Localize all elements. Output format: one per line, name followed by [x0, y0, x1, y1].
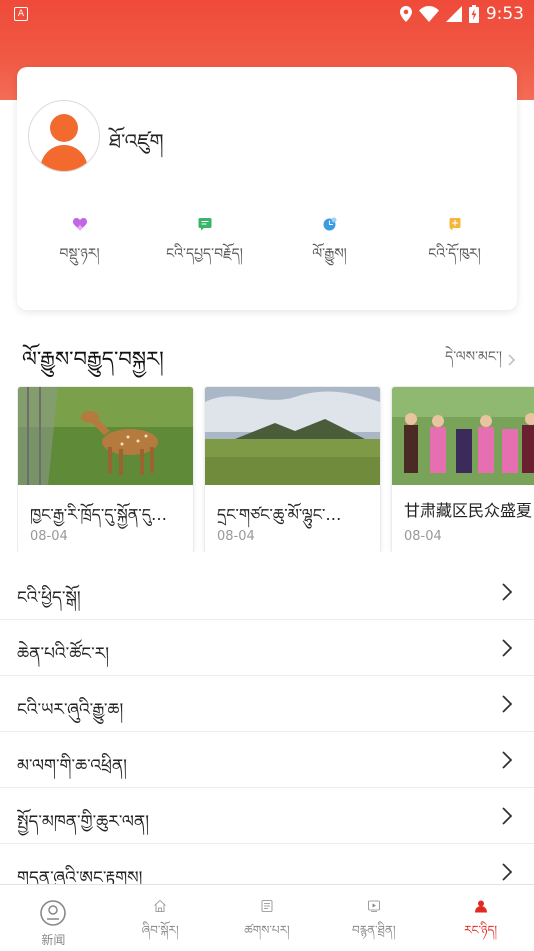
wifi-icon [418, 6, 439, 22]
card-title: 甘肃藏区民众盛夏 [404, 501, 533, 520]
avatar[interactable] [28, 100, 100, 172]
status-bar: A 9:53 [0, 0, 534, 28]
tab-articles[interactable]: ཚགས་པར། [214, 885, 321, 951]
notification-icon: A [14, 7, 28, 21]
history-cards: ཁྱང་རྒྱ་རི་ཁྲོད་དུ་སྐྱོན་དུ… 08-04 དྲང་ག… [17, 386, 534, 552]
bottom-tab-bar: 新闻 ཞིབ་སྐོར། ཚགས་པར། བརྙན་ཐྲིན། རང་ཉིད། [0, 884, 534, 951]
clock: 9:53 [485, 4, 524, 24]
card-date: 08-04 [217, 529, 255, 544]
battery-icon [468, 5, 479, 23]
document-icon [261, 900, 273, 912]
settings-menu: ངའི་ཕྱིད་སྒོ། ཆེན་པའི་ཚོང་ར། ངའི་ཡར་ཞུའི… [0, 564, 534, 900]
menu-item-label: ངའི་ཡར་ཞུའི་རྒྱུ་ཆ། [17, 700, 124, 720]
quick-action-history[interactable]: ལོ་རྒྱུས། [267, 217, 392, 277]
tab-label: ཞིབ་སྐོར། [141, 923, 179, 937]
tab-video[interactable]: བརྙན་ཐྲིན། [320, 885, 427, 951]
chevron-right-icon [502, 583, 513, 601]
history-card[interactable]: 甘肃藏区民众盛夏 08-04 [391, 386, 534, 552]
location-icon [399, 6, 412, 22]
deer-photo [18, 387, 193, 485]
username[interactable]: ཐོ་འཛུག [109, 119, 164, 175]
chevron-right-icon [502, 807, 513, 825]
tab-label: བརྙན་ཐྲིན། [351, 923, 396, 937]
tab-home[interactable]: ཞིབ་སྐོར། [107, 885, 214, 951]
card-date: 08-04 [30, 529, 68, 544]
video-icon [367, 900, 380, 912]
menu-item-clear-cache[interactable]: མ་ལག་གི་ཆ་འཕྲིན། [0, 732, 534, 788]
more-label: དེ་ལས་མང་། [445, 349, 502, 365]
chevron-right-icon [502, 863, 513, 881]
festival-photo [392, 387, 534, 485]
menu-item-label: ངའི་ཕྱིད་སྒོ། [17, 588, 81, 608]
chevron-right-icon [502, 751, 513, 769]
menu-item-label: སྤྱོད་མཁན་གྱི་ཆུར་ལན། [17, 812, 150, 832]
person-icon [474, 900, 487, 913]
message-icon [198, 218, 211, 231]
quick-action-label: བསྡུ་ཉར། [59, 246, 100, 262]
quick-action-label: ངའི་དཔྱད་བརྗོད། [166, 246, 243, 262]
menu-item-label: མ་ལག་གི་ཆ་འཕྲིན། [17, 756, 127, 776]
chevron-right-icon [502, 695, 513, 713]
menu-item-share[interactable]: སྤྱོད་མཁན་གྱི་ཆུར་ལན། [0, 788, 534, 844]
history-card[interactable]: ཁྱང་རྒྱ་རི་ཁྲོད་དུ་སྐྱོན་དུ… 08-04 [17, 386, 194, 552]
tab-label: རང་ཉིད། [464, 923, 498, 937]
menu-item-label: ཆེན་པའི་ཚོང་ར། [17, 644, 110, 664]
status-icons: 9:53 [399, 4, 524, 24]
heart-icon [72, 218, 87, 231]
tab-label: ཚགས་པར། [244, 923, 290, 937]
tab-me[interactable]: རང་ཉིད། [427, 885, 534, 951]
default-avatar-icon [40, 114, 88, 171]
quick-actions: བསྡུ་ཉར། ངའི་དཔྱད་བརྗོད། ལོ་རྒྱུས། ངའི་ད… [17, 217, 517, 277]
quick-action-label: ལོ་རྒྱུས། [312, 246, 347, 262]
quick-action-comments[interactable]: ངའི་དཔྱད་བརྗོད། [142, 217, 267, 277]
clock-icon [323, 217, 336, 231]
menu-item-about[interactable]: ངའི་ཡར་ཞུའི་རྒྱུ་ཆ། [0, 676, 534, 732]
card-date: 08-04 [404, 529, 442, 544]
tab-news[interactable]: 新闻 [0, 885, 107, 951]
profile-card: ཐོ་འཛུག བསྡུ་ཉར། ངའི་དཔྱད་བརྗོད། ལོ་རྒྱུ… [17, 67, 517, 310]
grassland-photo [205, 387, 380, 485]
signal-icon [445, 6, 462, 22]
home-icon [154, 899, 166, 912]
quick-action-likes[interactable]: བསྡུ་ཉར། [17, 217, 142, 277]
chevron-right-icon [502, 639, 513, 657]
menu-item-feedback[interactable]: ངའི་ཕྱིད་སྒོ། [0, 564, 534, 620]
quick-action-label: ངའི་དོ་ཁུར། [428, 246, 481, 262]
history-more-link[interactable]: དེ་ལས་མང་། [445, 340, 516, 380]
menu-item-settings[interactable]: ཆེན་པའི་ཚོང་ར། [0, 620, 534, 676]
chevron-right-icon [508, 354, 516, 366]
history-card[interactable]: དྲང་གཙང་ཆུ་མོ་ལྷུང་… 08-04 [204, 386, 381, 552]
tab-label: 新闻 [41, 933, 66, 947]
quick-action-subscriptions[interactable]: ངའི་དོ་ཁུར། [392, 217, 517, 277]
news-icon [40, 900, 67, 926]
add-subscription-icon [449, 218, 460, 231]
